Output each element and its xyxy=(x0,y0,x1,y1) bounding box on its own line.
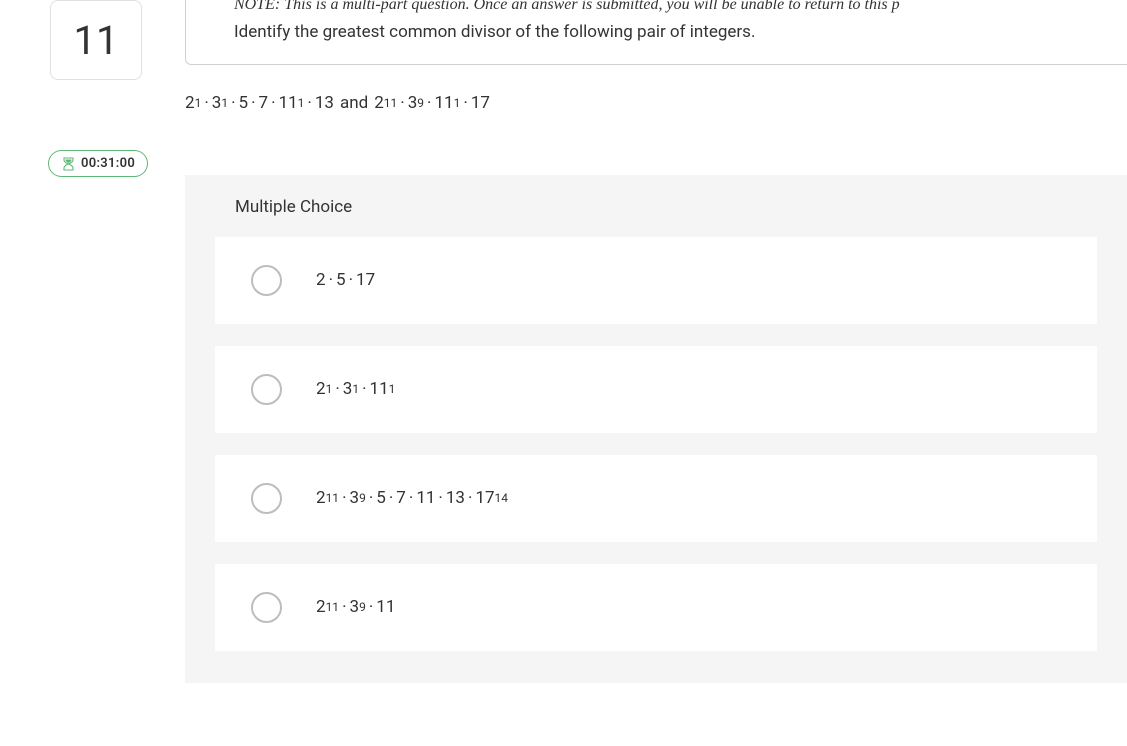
hourglass-icon xyxy=(61,157,75,171)
dot-separator: · xyxy=(228,93,238,113)
dot-separator: · xyxy=(465,488,475,508)
option-text: 21·31·111 xyxy=(316,379,395,399)
math-term: 13 xyxy=(446,488,465,508)
dot-separator: · xyxy=(268,93,278,113)
option-row[interactable]: 2·5·17 xyxy=(215,237,1097,324)
option-text: 211·39·5·7·11·13·1714 xyxy=(316,488,508,508)
math-term: 7 xyxy=(259,93,269,113)
radio-icon[interactable] xyxy=(251,592,282,623)
panel-title: Multiple Choice xyxy=(185,175,1127,237)
dot-separator: · xyxy=(326,270,336,290)
radio-icon[interactable] xyxy=(251,265,282,296)
dot-separator: · xyxy=(248,93,258,113)
math-term: 111 xyxy=(435,93,461,113)
math-term: 17 xyxy=(471,93,490,113)
dot-separator: · xyxy=(359,379,369,399)
math-term: 111 xyxy=(279,93,305,113)
radio-icon[interactable] xyxy=(251,483,282,514)
dot-separator: · xyxy=(424,93,434,113)
option-row[interactable]: 211·39·5·7·11·13·1714 xyxy=(215,455,1097,542)
math-term: 31 xyxy=(343,379,359,399)
math-term: 39 xyxy=(408,93,424,113)
dot-separator: · xyxy=(201,93,211,113)
option-row[interactable]: 211·39·11 xyxy=(215,564,1097,651)
question-number-box: 11 xyxy=(50,0,142,80)
math-term: 31 xyxy=(212,93,228,113)
and-text: and xyxy=(334,93,374,113)
math-term: 5 xyxy=(239,93,249,113)
radio-icon[interactable] xyxy=(251,374,282,405)
note-label: NOTE: This is a multi-part question. Onc… xyxy=(234,0,900,13)
dot-separator: · xyxy=(406,488,416,508)
math-term: 21 xyxy=(316,379,332,399)
math-term: 11 xyxy=(416,488,435,508)
dot-separator: · xyxy=(366,488,376,508)
dot-separator: · xyxy=(397,93,407,113)
dot-separator: · xyxy=(339,488,349,508)
option-text: 2·5·17 xyxy=(316,270,375,290)
dot-separator: · xyxy=(346,270,356,290)
answers-panel: Multiple Choice 2·5·1721·31·111211·39·5·… xyxy=(185,175,1127,683)
instruction-text: Identify the greatest common divisor of … xyxy=(234,20,1099,46)
math-term: 13 xyxy=(315,93,334,113)
note-line: NOTE: This is a multi-part question. Onc… xyxy=(234,0,1099,14)
math-term: 5 xyxy=(336,270,346,290)
math-term: 111 xyxy=(370,379,396,399)
math-term: 211 xyxy=(374,93,397,113)
dot-separator: · xyxy=(435,488,445,508)
math-term: 39 xyxy=(350,488,366,508)
math-term: 211 xyxy=(316,597,339,617)
math-term: 211 xyxy=(316,488,339,508)
math-term: 2 xyxy=(316,270,326,290)
problem-box: NOTE: This is a multi-part question. Onc… xyxy=(185,0,1127,65)
dot-separator: · xyxy=(366,597,376,617)
math-term: 1714 xyxy=(475,488,508,508)
math-term: 5 xyxy=(376,488,386,508)
dot-separator: · xyxy=(460,93,470,113)
dot-separator: · xyxy=(332,379,342,399)
math-term: 39 xyxy=(350,597,366,617)
expression-row: 21·31·5·7·111·13 and 211·39·111·17 xyxy=(185,65,1127,113)
timer-badge: 00:31:00 xyxy=(48,150,148,177)
math-term: 7 xyxy=(396,488,406,508)
timer-text: 00:31:00 xyxy=(81,156,135,171)
dot-separator: · xyxy=(339,597,349,617)
question-number: 11 xyxy=(74,17,119,64)
dot-separator: · xyxy=(304,93,314,113)
math-term: 11 xyxy=(376,597,395,617)
option-text: 211·39·11 xyxy=(316,597,395,617)
dot-separator: · xyxy=(386,488,396,508)
math-term: 21 xyxy=(185,93,201,113)
option-row[interactable]: 21·31·111 xyxy=(215,346,1097,433)
math-term: 17 xyxy=(356,270,375,290)
